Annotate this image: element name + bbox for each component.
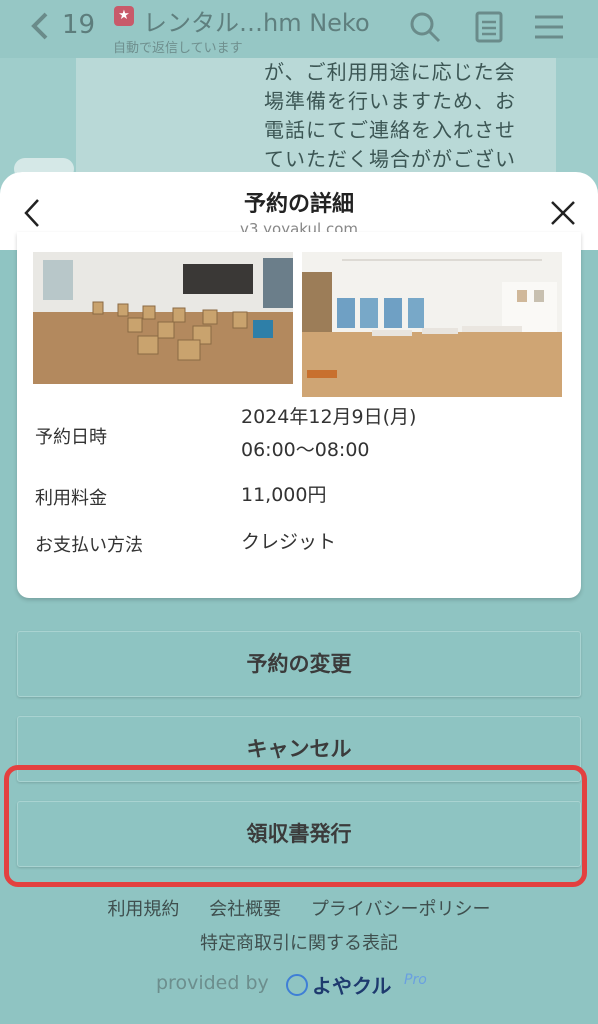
company-link[interactable]: 会社概要 bbox=[209, 899, 281, 920]
fee-value: 11,000円 bbox=[241, 484, 327, 506]
terms-link[interactable]: 利用規約 bbox=[107, 899, 179, 920]
date-value: 2024年12月9日(月) bbox=[241, 406, 417, 428]
datetime-label: 予約日時 bbox=[35, 427, 107, 448]
search-icon[interactable] bbox=[408, 10, 442, 44]
reservation-card: 予約日時 2024年12月9日(月) 06:00〜08:00 利用料金 11,0… bbox=[17, 232, 581, 598]
brand-logo-icon bbox=[286, 974, 308, 996]
payment-label: お支払い方法 bbox=[35, 535, 143, 556]
chat-title: レンタル…hm Neko bbox=[143, 9, 370, 37]
chat-header: 19 ★ レンタル…hm Neko 自動で返信しています bbox=[0, 0, 598, 58]
brand-suffix: Pro bbox=[404, 972, 427, 988]
receipt-highlight-box bbox=[4, 765, 587, 887]
unread-count[interactable]: 19 bbox=[62, 10, 95, 40]
notes-icon[interactable] bbox=[472, 10, 506, 44]
privacy-link[interactable]: プライバシーポリシー bbox=[311, 899, 491, 920]
footer-links: 利用規約 会社概要 プライバシーポリシー bbox=[0, 895, 598, 921]
sheet-title: 予約の詳細 bbox=[243, 192, 354, 217]
venue-photo-1[interactable] bbox=[33, 252, 293, 384]
back-arrow-icon[interactable] bbox=[30, 10, 50, 42]
time-value: 06:00〜08:00 bbox=[241, 439, 370, 461]
brand-name: よやクル bbox=[312, 974, 392, 998]
reservation-detail-sheet: 予約の詳細 v3.yoyakul.com 予約日時 2024年12月9日(月) … bbox=[0, 172, 598, 1024]
commerce-law-link[interactable]: 特定商取引に関する表記 bbox=[0, 929, 598, 955]
fee-label: 利用料金 bbox=[35, 488, 107, 509]
provided-by-text: provided by bbox=[156, 972, 269, 994]
payment-value: クレジット bbox=[241, 531, 337, 553]
change-reservation-button[interactable]: 予約の変更 bbox=[17, 631, 581, 697]
close-icon[interactable] bbox=[548, 198, 578, 228]
chat-subtitle: 自動で返信しています bbox=[113, 41, 243, 56]
menu-icon[interactable] bbox=[532, 10, 566, 44]
official-badge-icon: ★ bbox=[114, 6, 134, 26]
venue-photo-2[interactable] bbox=[302, 252, 562, 397]
